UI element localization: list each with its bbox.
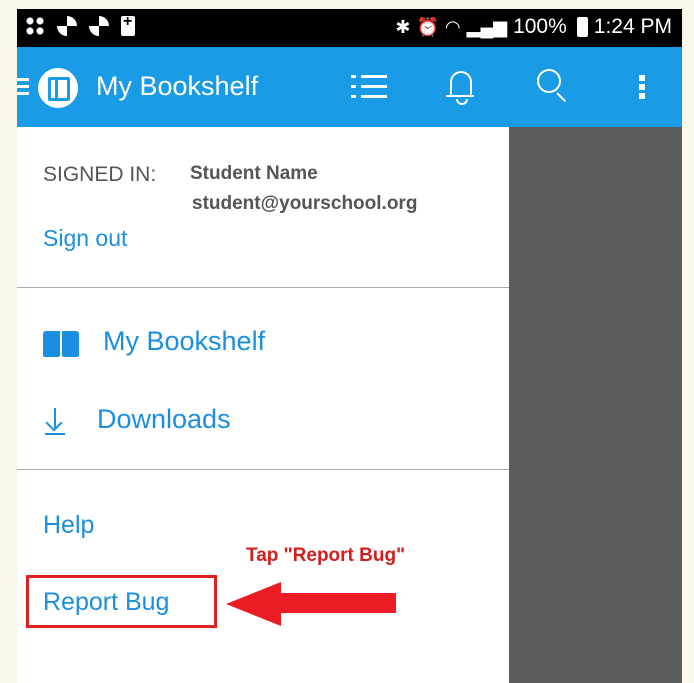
signed-in-label: SIGNED IN: (43, 163, 157, 186)
app-title: My Bookshelf (96, 71, 259, 101)
app-notification-icon (89, 16, 109, 36)
battery-percent: 100% (513, 15, 567, 38)
app-bar: My Bookshelf (17, 47, 682, 127)
app-logo-icon (38, 68, 78, 108)
search-icon[interactable] (537, 69, 571, 103)
download-icon (45, 408, 65, 436)
battery-icon (576, 17, 588, 37)
clock: 1:24 PM (593, 15, 672, 38)
battery-saver-icon (121, 13, 135, 36)
more-options-icon[interactable] (639, 75, 647, 103)
app-notification-icon (57, 16, 77, 36)
wifi-icon: ◠ (444, 16, 461, 37)
nav-item-downloads[interactable]: Downloads (97, 404, 231, 435)
annotation-text: Tap "Report Bug" (246, 545, 406, 566)
status-bar: ✱ ⏰ ◠ ▂▄▆ 100% 1:24 PM (17, 9, 682, 47)
menu-icon[interactable] (17, 78, 29, 96)
student-email: student@yourschool.org (192, 193, 418, 214)
phone-screen: ✱ ⏰ ◠ ▂▄▆ 100% 1:24 PM My Bookshelf SIGN… (17, 9, 682, 683)
open-book-icon (43, 331, 81, 359)
divider (17, 469, 509, 470)
drawer-scrim[interactable] (509, 127, 682, 683)
navigation-drawer: SIGNED IN: Student Name student@yourscho… (17, 127, 509, 683)
signal-icon: ▂▄▆ (466, 16, 508, 37)
nav-item-my-bookshelf[interactable]: My Bookshelf (103, 326, 265, 357)
bluetooth-icon: ✱ (395, 16, 411, 37)
slack-icon (25, 16, 45, 36)
list-view-icon[interactable] (351, 73, 387, 101)
help-link[interactable]: Help (43, 511, 94, 540)
divider (17, 287, 509, 288)
sign-out-link[interactable]: Sign out (43, 225, 127, 252)
system-status: ✱ ⏰ ◠ ▂▄▆ 100% 1:24 PM (395, 15, 672, 39)
annotation-arrow-icon (226, 582, 396, 626)
student-name: Student Name (190, 163, 318, 184)
alarm-icon: ⏰ (416, 16, 439, 37)
highlight-box (26, 575, 217, 628)
notification-icons (25, 13, 135, 36)
notifications-bell-icon[interactable] (445, 67, 475, 105)
